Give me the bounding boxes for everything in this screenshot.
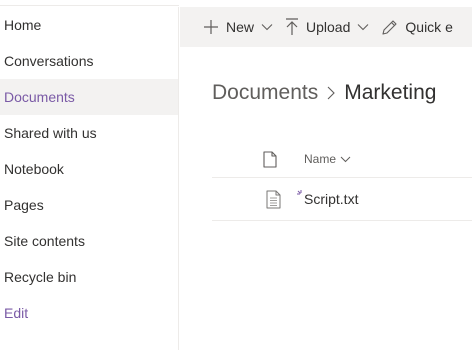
nav-item-conversations[interactable]: Conversations (0, 43, 178, 79)
nav-item-shared-with-us[interactable]: Shared with us (0, 115, 178, 151)
breadcrumb-documents[interactable]: Documents (212, 81, 318, 105)
breadcrumb: Documents Marketing (212, 78, 436, 108)
nav-item-site-contents[interactable]: Site contents (0, 223, 178, 259)
file-type-header-icon[interactable] (263, 151, 277, 173)
new-button-label: New (226, 19, 255, 35)
nav-item-documents[interactable]: Documents (0, 79, 178, 115)
new-button[interactable]: New (180, 7, 279, 47)
text-file-icon (266, 190, 281, 214)
table-row[interactable]: Script.txt (212, 179, 472, 221)
chevron-down-icon (340, 156, 351, 163)
nav-item-home[interactable]: Home (0, 7, 178, 43)
nav-edit-link[interactable]: Edit (0, 295, 178, 331)
upload-button-label: Upload (306, 19, 351, 35)
command-bar: New Upload Quick e (180, 7, 472, 47)
nav-item-recycle-bin[interactable]: Recycle bin (0, 259, 178, 295)
plus-icon (203, 19, 219, 35)
sharepoint-page: Home Conversations Documents Shared with… (0, 0, 472, 350)
chevron-down-icon (357, 23, 369, 31)
quick-edit-button-label: Quick e (405, 19, 453, 35)
upload-icon (285, 18, 299, 36)
pencil-icon (381, 19, 398, 36)
upload-button[interactable]: Upload (279, 7, 375, 47)
chevron-down-icon (261, 23, 273, 31)
nav-item-pages[interactable]: Pages (0, 187, 178, 223)
left-navigation: Home Conversations Documents Shared with… (0, 7, 179, 350)
quick-edit-button[interactable]: Quick e (375, 7, 458, 47)
name-column-header[interactable]: Name (304, 152, 351, 166)
top-divider (0, 0, 179, 6)
chevron-right-icon (326, 85, 336, 101)
breadcrumb-marketing[interactable]: Marketing (344, 81, 436, 105)
file-list-header: Name (212, 142, 472, 178)
file-name-link[interactable]: Script.txt (304, 191, 358, 207)
nav-item-notebook[interactable]: Notebook (0, 151, 178, 187)
name-column-label: Name (304, 152, 337, 166)
